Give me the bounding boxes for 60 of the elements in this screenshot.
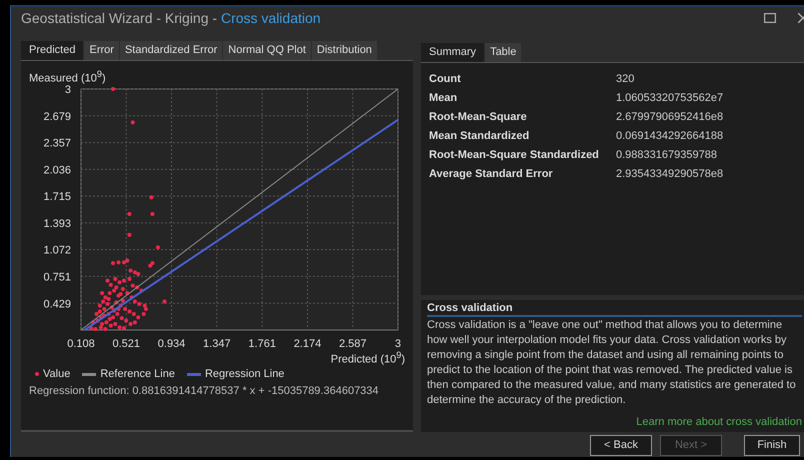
data-point — [149, 196, 154, 200]
x-tick-label: 2.587 — [338, 338, 366, 350]
close-icon[interactable] — [798, 12, 804, 23]
tab[interactable]: Table — [485, 42, 522, 62]
stat-label: Mean Standardized — [429, 130, 530, 144]
window-title: Geostatistical Wizard - Kriging - Cross validation — [21, 10, 321, 26]
stat-label: Count — [429, 72, 462, 87]
y-tick-label: 2.357 — [43, 138, 71, 150]
tab[interactable]: Distribution — [312, 40, 377, 60]
x-tick-label: 1.761 — [248, 338, 276, 350]
tab[interactable]: Standardized Error — [120, 40, 222, 60]
legend-label: Regression Line — [204, 368, 284, 380]
data-point — [127, 233, 132, 238]
data-point — [127, 212, 132, 216]
legend-label: Value — [43, 368, 70, 380]
stat-label: Mean — [429, 92, 458, 106]
y-tick-label: 2.679 — [43, 111, 71, 124]
legend-label: Reference Line — [100, 368, 175, 380]
stat-value: 0.988331679359788 — [616, 148, 718, 163]
learn-more-link[interactable]: Learn more about cross validation — [636, 416, 802, 428]
stat-value: 1.06053320753562e7 — [616, 92, 724, 106]
wizard-button[interactable]: Finish — [744, 434, 800, 456]
help-title: Cross validation — [427, 302, 802, 317]
wizard-button[interactable]: < Back — [590, 434, 652, 456]
y-tick-label: 0.429 — [43, 298, 71, 311]
regression-function: Regression function: 0.8816391414778537 * x + -15035789.364607334 — [29, 385, 380, 398]
y-tick-label: 0.751 — [43, 272, 71, 284]
tab[interactable]: Summary — [421, 42, 484, 62]
stat-value: 2.93543349290578e8 — [616, 168, 724, 182]
x-tick-label: 0.934 — [158, 338, 186, 350]
data-point — [150, 212, 154, 216]
stat-label: Root-Mean-Square — [429, 110, 528, 125]
stat-label: Root-Mean-Square Standardized — [429, 148, 600, 163]
data-point — [156, 246, 160, 250]
x-axis-title: Predicted (10$^{9}$) — [330, 350, 405, 366]
y-tick-label: 3 — [64, 84, 71, 96]
data-point — [111, 87, 115, 92]
tab[interactable]: Normal QQ Plot — [223, 40, 311, 60]
data-point — [130, 120, 135, 125]
stat-value: 2.67997906952416e8 — [616, 110, 724, 125]
x-tick-label: 0.521 — [112, 338, 140, 350]
x-tick-label: 1.347 — [203, 338, 231, 350]
tab[interactable]: Predicted — [21, 40, 84, 60]
stat-label: Average Standard Error — [429, 168, 554, 182]
data-point — [111, 262, 115, 266]
x-tick-label: 3 — [394, 338, 401, 350]
stat-value: 0.0691434292664188 — [616, 130, 724, 144]
y-tick-label: 1.715 — [43, 191, 71, 204]
maximize-icon[interactable] — [764, 12, 776, 23]
tab[interactable]: Error — [84, 40, 119, 60]
x-tick-label: 2.174 — [294, 338, 322, 350]
dot-icon — [35, 372, 39, 376]
y-tick-label: 1.072 — [43, 245, 71, 258]
stat-value: 320 — [616, 72, 636, 87]
y-tick-label: 2.036 — [43, 164, 71, 177]
y-axis-title: Measured (10$^{9}$) — [29, 68, 107, 84]
y-tick-label: 1.393 — [43, 218, 71, 230]
data-point — [162, 300, 167, 304]
help-text: Cross validation is a "leave one out" method that allows you to determine how well your interpolation model fits your data. Cross validation works by removing a single point from the dataset and using all remaining points to predict to the location of the point that was removed. The predicted value is then compared to the measured value, and many statistics are generated to determine the accuracy of the prediction. — [427, 318, 797, 408]
x-tick-label: 0.108 — [67, 338, 95, 350]
